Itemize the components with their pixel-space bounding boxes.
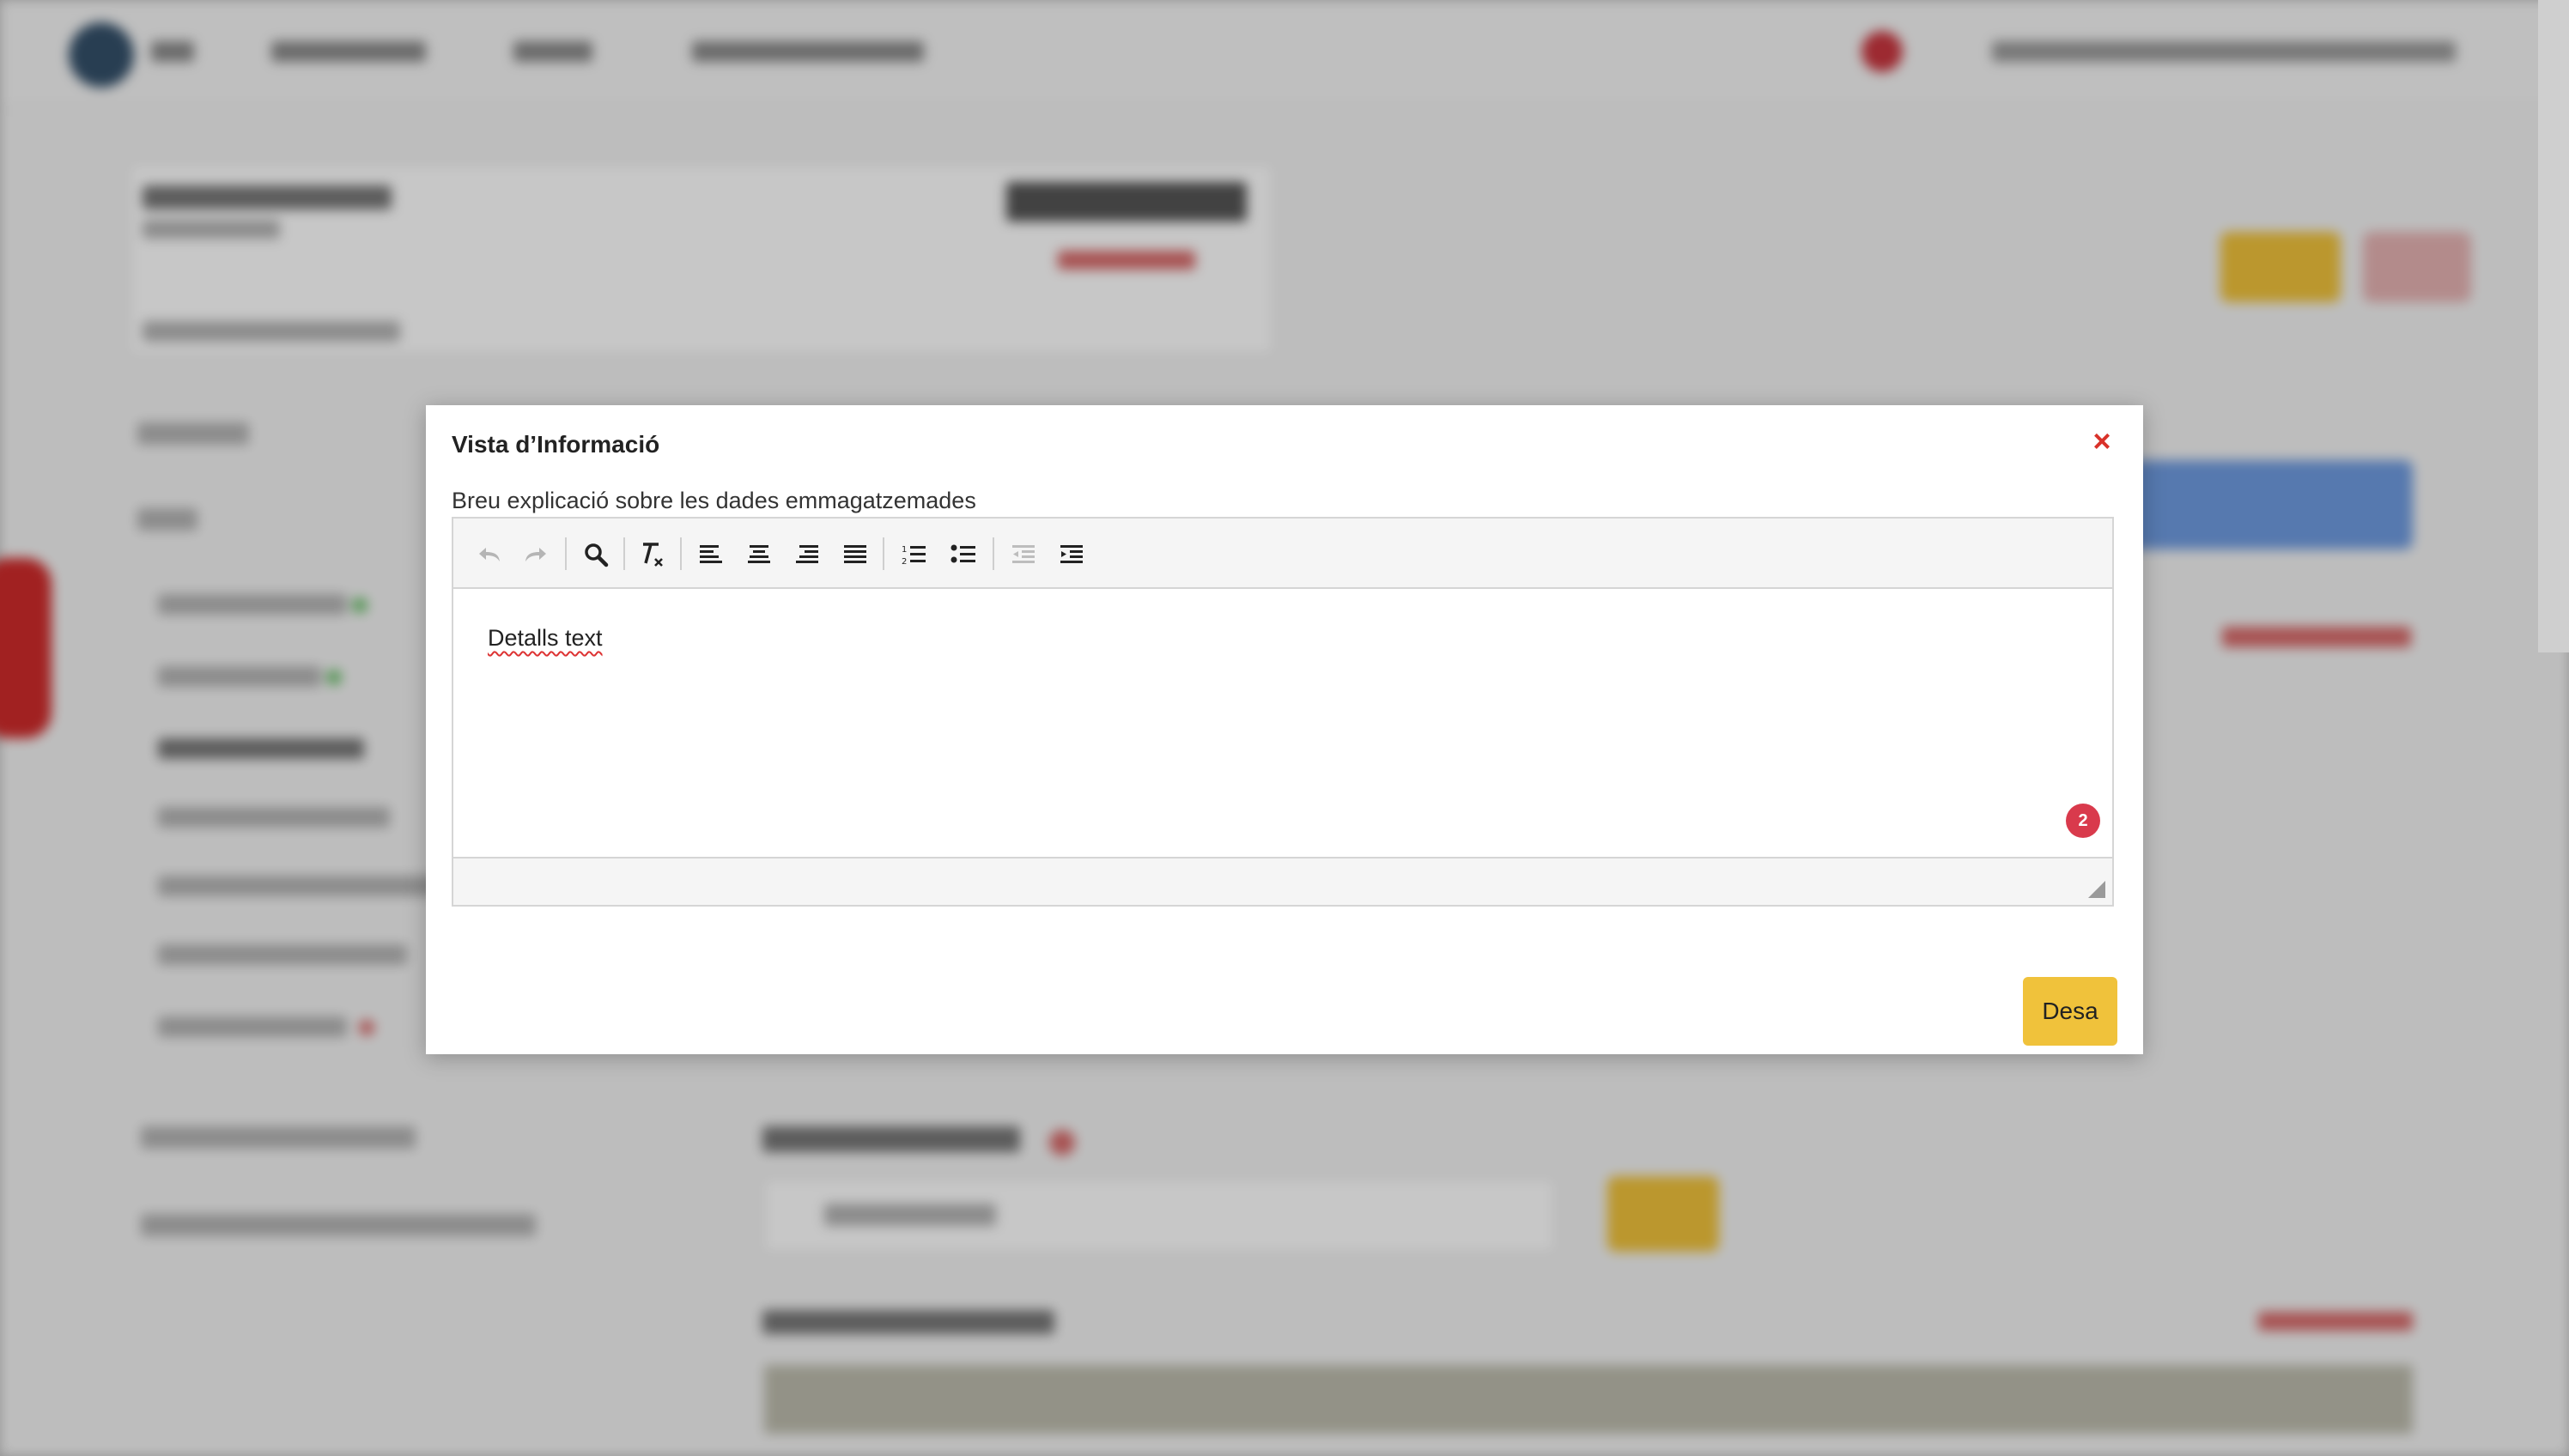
align-justify-icon[interactable] — [836, 536, 874, 573]
spellcheck-count-badge[interactable]: 2 — [2066, 804, 2100, 838]
rich-text-editor: 12 Detalls text 2 — [452, 517, 2114, 907]
indent-icon[interactable] — [1053, 536, 1090, 573]
editor-toolbar: 12 — [453, 519, 2112, 589]
editor-content-area[interactable]: Detalls text 2 — [453, 589, 2112, 858]
align-center-icon[interactable] — [740, 536, 778, 573]
editor-text[interactable]: Detalls text — [488, 625, 603, 652]
search-icon[interactable] — [577, 536, 615, 573]
svg-text:2: 2 — [902, 557, 907, 567]
info-view-modal: Vista d’Informació × Breu explicació sob… — [426, 405, 2143, 1054]
clear-formatting-icon[interactable] — [634, 536, 671, 573]
save-button[interactable]: Desa — [2023, 977, 2117, 1046]
close-icon[interactable]: × — [2085, 424, 2119, 458]
resize-handle-icon[interactable] — [2088, 881, 2105, 898]
bullet-list-icon[interactable] — [944, 536, 982, 573]
outdent-icon[interactable] — [1005, 536, 1042, 573]
undo-icon[interactable] — [471, 536, 508, 573]
align-left-icon[interactable] — [692, 536, 730, 573]
modal-description: Breu explicació sobre les dades emmagatz… — [452, 488, 976, 513]
editor-statusbar — [453, 857, 2112, 905]
align-right-icon[interactable] — [788, 536, 826, 573]
redo-icon[interactable] — [517, 536, 555, 573]
page-scrollbar[interactable] — [2538, 0, 2569, 652]
numbered-list-icon[interactable]: 12 — [895, 536, 932, 573]
modal-title: Vista d’Informació — [452, 431, 660, 458]
svg-text:1: 1 — [902, 545, 907, 555]
